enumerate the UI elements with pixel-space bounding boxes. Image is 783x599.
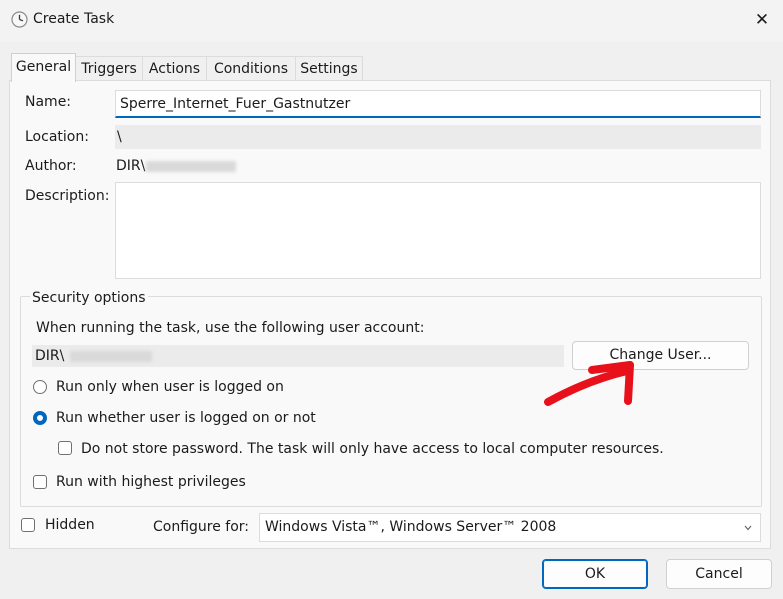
configure-for-select[interactable]: Windows Vista™, Windows Server™ 2008 [259,513,761,542]
name-label: Name: [25,94,72,110]
tab-settings[interactable]: Settings [295,56,363,81]
author-field: DIR\ [116,158,237,174]
description-label: Description: [25,188,110,204]
redacted-username [146,160,237,172]
name-input[interactable]: Sperre_Internet_Fuer_Gastnutzer [115,90,761,118]
close-button[interactable]: ✕ [745,5,779,35]
clock-icon [11,11,28,28]
run-whether-label[interactable]: Run whether user is logged on or not [56,410,316,426]
tab-general[interactable]: General [11,53,76,82]
close-icon: ✕ [754,10,770,30]
highest-privileges-label[interactable]: Run with highest privileges [56,474,246,490]
cancel-button[interactable]: Cancel [666,559,772,589]
no-store-password-label[interactable]: Do not store password. The task will onl… [81,441,664,457]
title-bar [0,0,783,42]
configure-for-value: Windows Vista™, Windows Server™ 2008 [265,519,557,535]
hidden-label[interactable]: Hidden [45,517,95,533]
tab-actions[interactable]: Actions [142,56,207,81]
redacted-account [70,351,152,362]
user-account-value: DIR\ [35,348,65,364]
annotation-arrow [544,361,634,406]
highest-privileges-checkbox[interactable] [33,475,47,489]
description-input[interactable] [115,182,761,279]
tab-triggers[interactable]: Triggers [75,56,143,81]
run-whether-radio[interactable] [33,411,47,425]
configure-for-label: Configure for: [153,519,250,535]
run-logged-on-label[interactable]: Run only when user is logged on [56,379,284,395]
location-field: \ [115,125,761,149]
user-account-field: DIR\ [32,345,564,367]
window-title: Create Task [33,11,115,27]
tab-conditions[interactable]: Conditions [206,56,296,81]
author-label: Author: [25,158,77,174]
author-value: DIR\ [116,158,146,174]
location-value: \ [117,129,122,145]
chevron-down-icon [744,525,752,531]
hidden-checkbox[interactable] [21,518,35,532]
run-logged-on-radio[interactable] [33,380,47,394]
account-prompt: When running the task, use the following… [36,320,425,336]
no-store-password-checkbox[interactable] [58,441,72,455]
security-options-title: Security options [30,290,148,306]
ok-button[interactable]: OK [542,559,648,589]
location-label: Location: [25,129,89,145]
name-value: Sperre_Internet_Fuer_Gastnutzer [120,96,351,112]
